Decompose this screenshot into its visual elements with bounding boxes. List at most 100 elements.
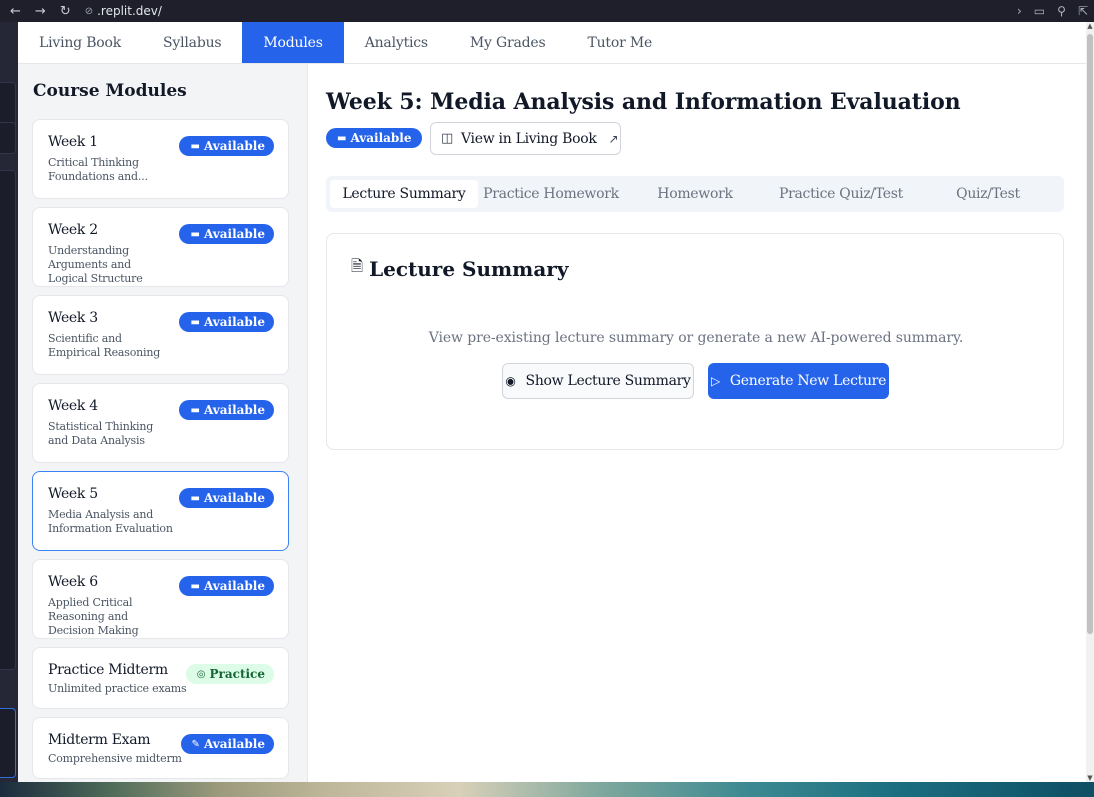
panel-description: View pre-existing lecture summary or gen… bbox=[428, 330, 964, 346]
show-lecture-summary-button[interactable]: ◉ Show Lecture Summary bbox=[502, 363, 694, 399]
url-text: .replit.dev/ bbox=[97, 4, 162, 18]
module-card-week-4[interactable]: Week 4 Statistical Thinking and Data Ana… bbox=[32, 383, 289, 463]
module-description: Statistical Thinking and Data Analysis bbox=[48, 420, 154, 447]
page-scrollbar[interactable]: ▲ ▼ bbox=[1086, 22, 1094, 782]
top-navigation: Living Book Syllabus Modules Analytics M… bbox=[18, 22, 1086, 64]
tab-lecture-summary[interactable]: Lecture Summary bbox=[330, 180, 478, 208]
modules-sidebar: Course Modules Week 1 Critical Thinking … bbox=[18, 64, 308, 782]
book-icon: ▬ bbox=[190, 316, 200, 328]
book-icon: ▬ bbox=[337, 132, 347, 144]
reload-icon[interactable]: ↻ bbox=[60, 4, 71, 19]
badge-label: Available bbox=[203, 139, 265, 153]
book-icon: ▬ bbox=[190, 140, 200, 152]
generate-new-lecture-button[interactable]: ▷ Generate New Lecture bbox=[708, 363, 889, 399]
module-description: Applied Critical Reasoning and Decision … bbox=[48, 596, 139, 637]
scrollbar-thumb[interactable] bbox=[1087, 34, 1093, 634]
module-title: Week 1 bbox=[48, 134, 98, 150]
browser-actions: › ▭ ⚲ ⇱ bbox=[1017, 4, 1094, 18]
module-title: Week 3 bbox=[48, 310, 98, 326]
eye-icon: ◉ bbox=[505, 374, 516, 388]
book-icon: ▬ bbox=[190, 492, 200, 504]
tab-my-grades[interactable]: My Grades bbox=[449, 22, 567, 63]
panel-title: 🗎 Lecture Summary bbox=[351, 256, 568, 281]
back-icon[interactable]: ← bbox=[10, 4, 21, 19]
module-title: Week 4 bbox=[48, 398, 98, 414]
module-description: Understanding Arguments and Logical Stru… bbox=[48, 244, 143, 285]
module-card-week-2[interactable]: Week 2 Understanding Arguments and Logic… bbox=[32, 207, 289, 287]
book-icon: ▬ bbox=[190, 228, 200, 240]
tab-living-book[interactable]: Living Book bbox=[18, 22, 142, 63]
module-description: Scientific and Empirical Reasoning bbox=[48, 332, 161, 359]
desktop-panel bbox=[0, 122, 16, 154]
module-card-week-1[interactable]: Week 1 Critical Thinking Foundations and… bbox=[32, 119, 289, 199]
open-book-icon: ◫ bbox=[441, 131, 453, 146]
page-title: Week 5: Media Analysis and Information E… bbox=[326, 89, 961, 115]
scroll-up-icon[interactable]: ▲ bbox=[1086, 22, 1094, 30]
tab-analytics[interactable]: Analytics bbox=[344, 22, 449, 63]
tab-homework[interactable]: Homework bbox=[624, 180, 766, 208]
link-icon: ⊘ bbox=[84, 5, 94, 17]
status-badge: ▬ Available bbox=[179, 136, 274, 156]
badge-label: Available bbox=[203, 491, 265, 505]
status-badge: ▬ Available bbox=[179, 400, 274, 420]
button-label: Show Lecture Summary bbox=[525, 373, 691, 389]
chevron-right-icon[interactable]: › bbox=[1017, 4, 1022, 18]
status-badge: ✎ Available bbox=[180, 734, 274, 754]
tab-modules[interactable]: Modules bbox=[242, 22, 344, 63]
module-description: Media Analysis and Information Evaluatio… bbox=[48, 508, 173, 535]
module-title: Week 6 bbox=[48, 574, 98, 590]
book-icon: ▬ bbox=[190, 404, 200, 416]
badge-label: Available bbox=[203, 579, 265, 593]
lecture-summary-panel: 🗎 Lecture Summary View pre-existing lect… bbox=[326, 233, 1064, 450]
tab-practice-quiz[interactable]: Practice Quiz/Test bbox=[766, 180, 916, 208]
status-badge: ▬ Available bbox=[179, 224, 274, 244]
devices-icon[interactable]: ▭ bbox=[1034, 4, 1045, 18]
memo-icon: ✎ bbox=[191, 738, 200, 750]
desktop-wallpaper bbox=[0, 782, 1094, 797]
module-card-midterm-exam[interactable]: Midterm Exam Comprehensive midterm ✎ Avai… bbox=[32, 717, 289, 779]
module-description: Unlimited practice exams bbox=[48, 682, 187, 695]
practice-badge: ◎ Practice bbox=[185, 664, 274, 684]
open-external-icon[interactable]: ⇱ bbox=[1078, 4, 1088, 18]
view-in-living-book-button[interactable]: ◫ View in Living Book ↗ bbox=[430, 122, 621, 155]
app-viewport: Living Book Syllabus Modules Analytics M… bbox=[18, 22, 1086, 782]
tab-quiz-test[interactable]: Quiz/Test bbox=[916, 180, 1060, 208]
module-title: Practice Midterm bbox=[48, 662, 168, 678]
tools-icon[interactable]: ⚲ bbox=[1057, 4, 1066, 18]
badge-label: Practice bbox=[209, 667, 265, 681]
target-icon: ◎ bbox=[196, 668, 206, 680]
module-card-week-5[interactable]: Week 5 Media Analysis and Information Ev… bbox=[32, 471, 289, 551]
play-icon: ▷ bbox=[710, 374, 720, 388]
button-label: Generate New Lecture bbox=[729, 373, 887, 389]
scroll-down-icon[interactable]: ▼ bbox=[1086, 774, 1094, 782]
content-tabs: Lecture Summary Practice Homework Homewo… bbox=[326, 176, 1064, 212]
badge-label: Available bbox=[203, 227, 265, 241]
tab-tutor-me[interactable]: Tutor Me bbox=[566, 22, 673, 63]
panel-title-text: Lecture Summary bbox=[369, 256, 569, 281]
badge-label: Available bbox=[203, 315, 265, 329]
forward-icon[interactable]: → bbox=[35, 4, 46, 19]
desktop-panel bbox=[0, 708, 16, 778]
module-title: Week 2 bbox=[48, 222, 98, 238]
document-icon: 🗎 bbox=[351, 257, 364, 275]
status-badge: ▬ Available bbox=[179, 576, 274, 596]
status-badge: ▬ Available bbox=[179, 488, 274, 508]
status-badge: ▬ Available bbox=[179, 312, 274, 332]
address-bar[interactable]: ⊘ .replit.dev/ bbox=[85, 4, 162, 18]
module-description: Comprehensive midterm bbox=[48, 752, 182, 765]
module-detail: Week 5: Media Analysis and Information E… bbox=[326, 64, 1086, 782]
book-icon: ▬ bbox=[190, 580, 200, 592]
module-card-week-3[interactable]: Week 3 Scientific and Empirical Reasonin… bbox=[32, 295, 289, 375]
badge-label: Available bbox=[350, 131, 412, 145]
sidebar-heading: Course Modules bbox=[33, 81, 187, 101]
badge-label: Available bbox=[203, 737, 265, 751]
module-card-practice-midterm[interactable]: Practice Midterm Unlimited practice exam… bbox=[32, 647, 289, 709]
module-title: Midterm Exam bbox=[48, 732, 151, 748]
module-card-week-6[interactable]: Week 6 Applied Critical Reasoning and De… bbox=[32, 559, 289, 639]
tab-syllabus[interactable]: Syllabus bbox=[142, 22, 242, 63]
browser-toolbar: ← → ↻ ⊘ .replit.dev/ › ▭ ⚲ ⇱ bbox=[0, 0, 1094, 22]
desktop-panel bbox=[0, 170, 16, 670]
tab-practice-homework[interactable]: Practice Homework bbox=[478, 180, 624, 208]
button-label: View in Living Book bbox=[460, 130, 597, 147]
badge-label: Available bbox=[203, 403, 265, 417]
